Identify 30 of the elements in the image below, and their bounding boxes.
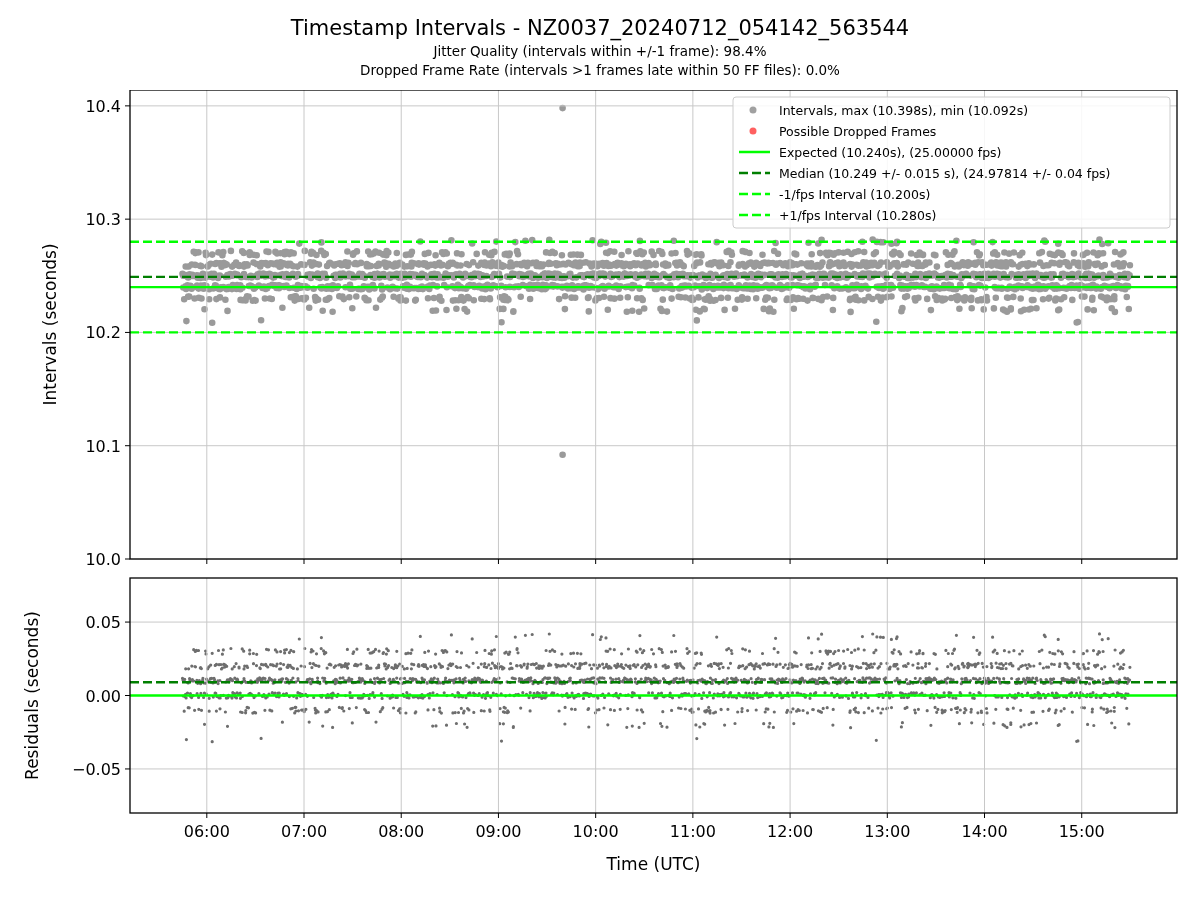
tick-label: 10.4	[85, 96, 121, 116]
tick-label: 10.0	[85, 550, 121, 569]
chart-subtitle: Jitter Quality (intervals within +/-1 frame): 98.4%	[433, 42, 767, 61]
legend-label: Median (10.249 +/- 0.015 s), (24.97814 +/- 0.04 fps)	[779, 165, 1111, 181]
tick-label: 12:00	[767, 822, 814, 841]
tick-label: 07:00	[280, 822, 328, 841]
tick-label: 13:00	[864, 822, 911, 841]
tick-label: 10:00	[572, 822, 619, 841]
tick-label: 14:00	[961, 822, 1008, 841]
tick-label: 08:00	[378, 822, 425, 841]
legend-label: Intervals, max (10.398s), min (10.092s)	[779, 102, 1029, 118]
tick-label: 15:00	[1058, 822, 1105, 841]
legend-label: +1/fps Interval (10.280s)	[779, 207, 937, 223]
tick-label: 11:00	[669, 822, 716, 841]
legend-label: -1/fps Interval (10.200s)	[779, 186, 931, 202]
tick-label: 09:00	[475, 822, 522, 841]
chart-title: Timestamp Intervals - NZ0037_20240712_054142_563544	[290, 15, 910, 42]
x-axis-label: Time (UTC)	[606, 854, 701, 874]
legend-label: Expected (10.240s), (25.00000 fps)	[779, 144, 1002, 160]
tick-label: 06:00	[183, 822, 230, 841]
tick-label: 10.2	[85, 323, 121, 343]
chart-subtitle: Dropped Frame Rate (intervals >1 frames late within 50 FF files): 0.0%	[360, 61, 840, 80]
legend-label: Possible Dropped Frames	[779, 123, 937, 139]
tick-label: −0.05	[71, 759, 121, 779]
y-axis-label: Residuals (seconds)	[22, 611, 42, 780]
tick-label: 0.05	[85, 613, 121, 633]
y-axis-label: Intervals (seconds)	[40, 243, 60, 406]
tick-label: 10.3	[85, 210, 121, 230]
tick-label: 0.00	[85, 686, 121, 706]
tick-label: 10.1	[85, 436, 121, 456]
